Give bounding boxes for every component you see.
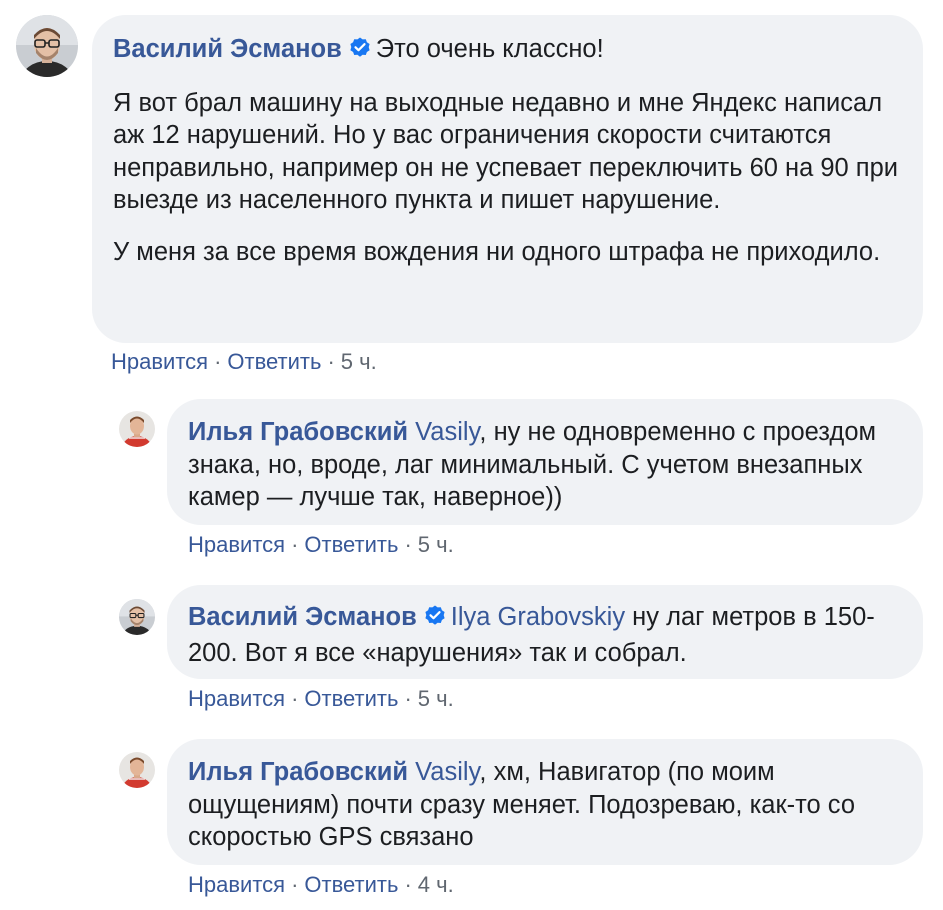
separator-dot: · [404,532,412,557]
comment-timestamp[interactable]: 5 ч. [418,532,454,557]
comment-bubble: Илья Грабовский Vasily, ну не одновремен… [167,399,923,525]
comment-author[interactable]: Василий Эсманов [188,603,417,631]
reply-button[interactable]: Ответить [227,349,321,374]
comment-body: Василий Эсманов Ilya Grabovskiy ну лаг ме… [188,601,901,669]
comment-bubble: Василий Эсманов Это очень классно! Я вот … [92,15,923,343]
comment-author[interactable]: Илья Грабовский [188,758,408,786]
comment-paragraph: У меня за все время вождения ни одного ш… [113,237,881,266]
like-button[interactable]: Нравится [111,349,208,374]
comment-body: Илья Грабовский Vasily, ну не одновремен… [188,416,901,514]
avatar[interactable] [119,411,155,447]
comment-actions: Нравится · Ответить · 5 ч. [111,349,377,375]
comment-body: Илья Грабовский Vasily, хм, Навигатор (п… [188,756,901,854]
mention-link[interactable]: Ilya Grabovskiy [451,603,625,631]
verified-badge-icon [348,36,372,69]
avatar[interactable] [119,599,155,635]
comment-text: Это очень классно! [375,35,604,63]
comment-actions: Нравится · Ответить · 5 ч. [188,686,454,712]
separator-dot: · [404,686,412,711]
user-avatar-glasses-icon [16,15,78,77]
reply-button[interactable]: Ответить [304,686,398,711]
like-button[interactable]: Нравится [188,872,285,897]
reply-button[interactable]: Ответить [304,532,398,557]
like-button[interactable]: Нравится [188,686,285,711]
comment-bubble: Василий Эсманов Ilya Grabovskiy ну лаг ме… [167,585,923,679]
separator-dot: · [404,872,412,897]
comment-timestamp[interactable]: 4 ч. [418,872,454,897]
comment-paragraph: Я вот брал машину на выходные недавно и … [113,88,899,215]
comment-first-line: Василий Эсманов Это очень классно! [113,33,901,69]
avatar[interactable] [119,752,155,788]
mention-link[interactable]: Vasily [415,758,479,786]
reply-button[interactable]: Ответить [304,872,398,897]
comment-timestamp[interactable]: 5 ч. [418,686,454,711]
avatar[interactable] [16,15,78,77]
comment-bubble: Илья Грабовский Vasily, хм, Навигатор (п… [167,739,923,865]
user-avatar-glasses-icon [119,599,155,635]
comment-author[interactable]: Василий Эсманов [113,35,342,63]
user-avatar-red-shirt-icon [119,752,155,788]
comment-actions: Нравится · Ответить · 5 ч. [188,532,454,558]
user-avatar-red-shirt-icon [119,411,155,447]
separator-dot: · [291,686,299,711]
separator-dot: · [214,349,222,374]
verified-badge-icon [423,604,447,637]
comment-thread: Василий Эсманов Это очень классно! Я вот … [0,0,943,910]
like-button[interactable]: Нравится [188,532,285,557]
separator-dot: · [327,349,335,374]
separator-dot: · [291,532,299,557]
comment-actions: Нравится · Ответить · 4 ч. [188,872,454,898]
mention-link[interactable]: Vasily [415,418,479,446]
comment-author[interactable]: Илья Грабовский [188,418,408,446]
comment-timestamp[interactable]: 5 ч. [341,349,377,374]
separator-dot: · [291,872,299,897]
